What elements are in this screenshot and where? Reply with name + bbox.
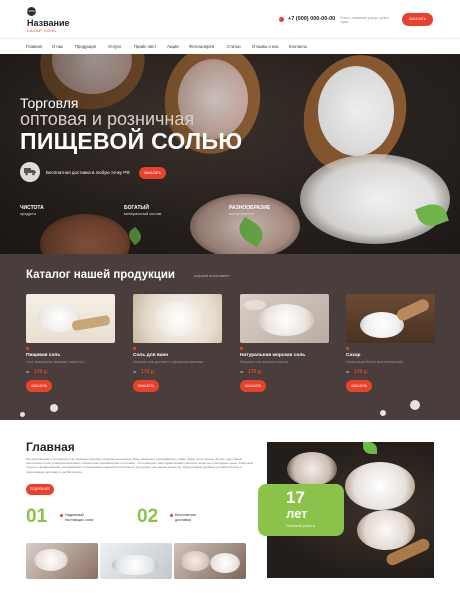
- price-prefix: от: [26, 370, 30, 374]
- product-image[interactable]: [133, 294, 222, 343]
- stat-1-text: Надежный поставщик соли: [65, 513, 94, 522]
- delivery-text: Бесплатная доставка в любую точку РФ: [46, 170, 130, 175]
- product-name[interactable]: Пищевая соль: [26, 353, 60, 358]
- nav-item-prices[interactable]: Прайс-лист: [134, 44, 156, 49]
- site-header: LOGO Название САХАР, СОЛЬ +7 (000) 000-0…: [0, 0, 460, 38]
- product-image[interactable]: [240, 294, 329, 343]
- gallery-thumb[interactable]: [174, 543, 246, 579]
- stat-2-marker: [170, 514, 173, 517]
- stat-2-number: 02: [137, 506, 159, 527]
- salt-splash: [20, 412, 25, 417]
- catalog-subtitle: широкий ассортимент: [194, 274, 230, 278]
- product-order-button[interactable]: ЗАКАЗАТЬ: [26, 380, 52, 392]
- product-description: Морская соль крупного помола: [240, 360, 288, 364]
- product-image[interactable]: [26, 294, 115, 343]
- price-prefix: от: [133, 370, 137, 374]
- product-order-button[interactable]: ЗАКАЗАТЬ: [240, 380, 266, 392]
- nav-item-about[interactable]: О нас: [52, 44, 63, 49]
- about-text: Мы приглашаем к сотрудничеству крупные и…: [26, 457, 253, 474]
- truck-icon: [24, 168, 36, 176]
- delivery-badge: [20, 162, 40, 182]
- product-name[interactable]: Сахар: [346, 353, 360, 358]
- nav-item-articles[interactable]: Статьи: [227, 44, 241, 49]
- feature-3-subtitle: ассортимента: [229, 212, 254, 216]
- stat-1-number: 01: [26, 506, 48, 527]
- feature-1-title: ЧИСТОТА: [20, 205, 44, 211]
- product-price: 170 р.: [248, 369, 263, 375]
- salt-splash: [410, 400, 420, 410]
- product-price: 170 р.: [354, 369, 369, 375]
- header-address: Поиск: название улицы, дом и офис: [340, 16, 390, 24]
- product-price: 170 р.: [34, 369, 49, 375]
- salt-splash: [380, 410, 386, 416]
- years-badge: 17 лет Успешной работы: [258, 484, 344, 536]
- years-subtitle: Успешной работы: [286, 524, 316, 528]
- phone-number[interactable]: +7 (000) 000-00-00: [288, 16, 335, 22]
- product-image[interactable]: [346, 294, 435, 343]
- logo-mark[interactable]: LOGO: [27, 7, 36, 16]
- about-more-button[interactable]: ПОДРОБНЕЕ: [26, 484, 54, 495]
- salt-splash: [50, 404, 58, 412]
- catalog-section: Каталог нашей продукции широкий ассортим…: [0, 254, 460, 420]
- product-order-button[interactable]: ЗАКАЗАТЬ: [346, 380, 372, 392]
- nav-item-services[interactable]: Услуги: [108, 44, 121, 49]
- gallery-thumb[interactable]: [100, 543, 172, 579]
- hero-line-2: оптовая и розничная: [20, 109, 195, 129]
- main-nav: Главная О нас Продукция Услуги Прайс-лис…: [0, 38, 460, 54]
- stat-2-text: Бесплатная доставка: [175, 513, 196, 522]
- product-price: 170 р.: [141, 369, 156, 375]
- product-name[interactable]: Натуральная морская соль: [240, 353, 305, 358]
- product-description: Сахар-песок белый кристаллический: [346, 360, 403, 364]
- catalog-title: Каталог нашей продукции: [26, 269, 175, 281]
- phone-icon: [279, 17, 284, 22]
- price-prefix: от: [240, 370, 244, 374]
- nav-item-gallery[interactable]: Фотогалерея: [189, 44, 214, 49]
- header-order-button[interactable]: ЗАКАЗАТЬ: [402, 13, 433, 26]
- nav-item-products[interactable]: Продукция: [75, 44, 96, 49]
- hero-line-3: ПИЩЕВОЙ СОЛЬЮ: [20, 128, 243, 154]
- product-order-button[interactable]: ЗАКАЗАТЬ: [133, 380, 159, 392]
- product-marker: [133, 347, 136, 350]
- feature-2-title: БОГАТЫЙ: [124, 205, 149, 211]
- nav-item-promos[interactable]: Акции: [167, 44, 179, 49]
- nav-item-home[interactable]: Главная: [26, 44, 42, 49]
- stat-1-marker: [60, 514, 63, 517]
- product-description: Морская соль для ванн с эфирными маслами: [133, 360, 204, 364]
- gallery-thumb[interactable]: [26, 543, 98, 579]
- product-marker: [26, 347, 29, 350]
- site-subtitle: САХАР, СОЛЬ: [27, 28, 57, 33]
- feature-1-subtitle: продукта: [20, 212, 36, 216]
- feature-3-title: РАЗНООБРАЗИЕ: [229, 205, 271, 211]
- nav-item-reviews[interactable]: Отзывы о нас: [252, 44, 279, 49]
- product-description: Соль поваренная пищевая, помол № 1: [26, 360, 86, 364]
- years-number: 17: [286, 488, 305, 507]
- price-prefix: от: [346, 370, 350, 374]
- product-marker: [240, 347, 243, 350]
- nav-item-contacts[interactable]: Контакты: [289, 44, 307, 49]
- product-marker: [346, 347, 349, 350]
- hero-order-button[interactable]: ЗАКАЗАТЬ: [139, 167, 166, 179]
- hero-banner: Торговля оптовая и розничная ПИЩЕВОЙ СОЛ…: [0, 54, 460, 254]
- years-label: лет: [286, 506, 308, 521]
- feature-2-subtitle: минеральный состав: [124, 212, 162, 216]
- product-name[interactable]: Соль для ванн: [133, 353, 168, 358]
- about-title: Главная: [26, 440, 75, 454]
- site-title[interactable]: Название: [27, 18, 69, 28]
